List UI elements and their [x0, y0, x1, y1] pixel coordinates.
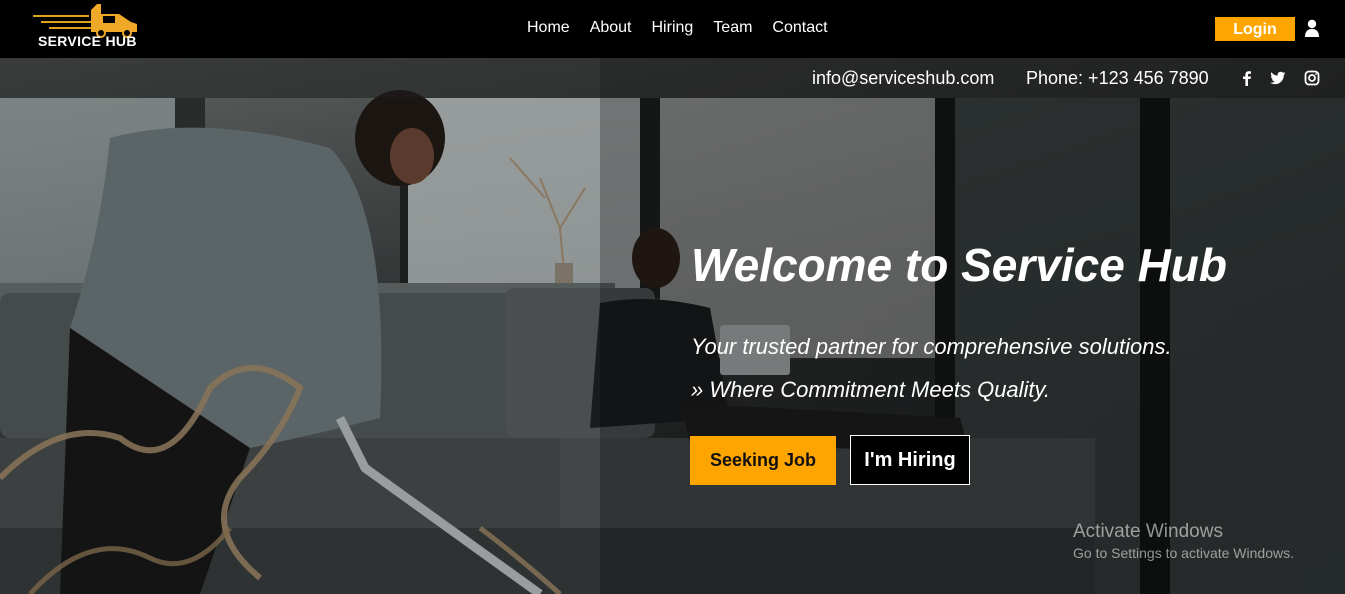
- nav-link-team[interactable]: Team: [713, 18, 752, 38]
- nav-link-hiring[interactable]: Hiring: [652, 18, 694, 38]
- instagram-icon[interactable]: [1304, 70, 1320, 86]
- seeking-job-button[interactable]: Seeking Job: [690, 436, 836, 485]
- contact-bar: info@serviceshub.com Phone: +123 456 789…: [0, 58, 1345, 98]
- main-nav: Home About Hiring Team Contact: [527, 18, 848, 38]
- hero-background-image: [0, 58, 1345, 594]
- top-navbar: SERVICE HUB Home About Hiring Team Conta…: [0, 0, 1345, 58]
- facebook-icon[interactable]: [1239, 70, 1255, 86]
- hero-title: Welcome to Service Hub: [691, 239, 1227, 291]
- im-hiring-button[interactable]: I'm Hiring: [850, 435, 970, 485]
- activate-windows-title: Activate Windows: [1073, 521, 1223, 542]
- user-icon[interactable]: [1304, 19, 1320, 37]
- nav-link-about[interactable]: About: [590, 18, 632, 38]
- logo-text: SERVICE HUB: [38, 33, 137, 49]
- twitter-icon[interactable]: [1270, 70, 1286, 86]
- nav-link-contact[interactable]: Contact: [772, 18, 827, 38]
- hero-motto: » Where Commitment Meets Quality.: [691, 377, 1051, 402]
- activate-windows-subtitle: Go to Settings to activate Windows.: [1073, 545, 1294, 561]
- hero-tagline: Your trusted partner for comprehensive s…: [691, 334, 1172, 359]
- contact-email[interactable]: info@serviceshub.com: [812, 68, 994, 88]
- hero-section: [0, 58, 1345, 594]
- nav-link-home[interactable]: Home: [527, 18, 570, 38]
- service-hub-logo[interactable]: SERVICE HUB: [27, 2, 142, 54]
- login-button[interactable]: Login: [1215, 17, 1295, 41]
- contact-phone: Phone: +123 456 7890: [1026, 68, 1209, 88]
